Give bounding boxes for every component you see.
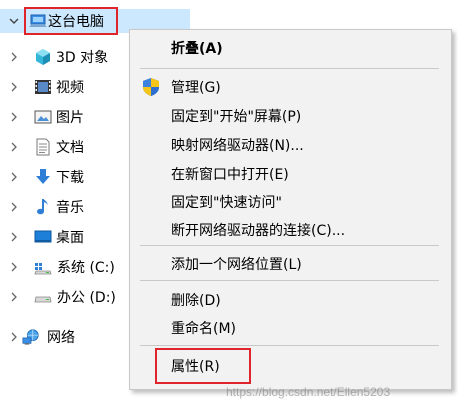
menu-item-label: 重命名(M) <box>171 321 237 337</box>
menu-item-manage[interactable]: 管理(G) <box>130 74 451 100</box>
chevron-right-icon[interactable] <box>9 165 19 189</box>
menu-item-disconnect-network-drive[interactable]: 断开网络驱动器的连接(C)... <box>130 217 451 243</box>
menu-item-label: 添加一个网络位置(L) <box>171 257 302 273</box>
tree-item-label: 视频 <box>56 80 84 96</box>
chevron-right-icon[interactable] <box>9 285 19 309</box>
tree-item-label: 系统 (C:) <box>57 260 115 276</box>
context-menu: 折叠(A) 管理(G) 固定到"开始"屏幕(P) 映射网络驱动器(N)... 在… <box>129 29 452 390</box>
tree-item-label: 下载 <box>56 170 84 186</box>
menu-item-label: 映射网络驱动器(N)... <box>171 138 304 154</box>
music-icon <box>34 198 52 216</box>
menu-item-add-network-location[interactable]: 添加一个网络位置(L) <box>130 251 451 277</box>
menu-item-collapse[interactable]: 折叠(A) <box>130 35 451 61</box>
chevron-right-icon[interactable] <box>9 325 19 349</box>
pictures-icon <box>34 108 52 126</box>
watermark: https://blog.csdn.net/Ellen5203 <box>226 385 391 399</box>
tree-item-label: 音乐 <box>56 200 84 216</box>
menu-item-pin-to-quick-access[interactable]: 固定到"快速访问" <box>130 189 451 215</box>
annotation-highlight-box <box>155 348 251 384</box>
chevron-right-icon[interactable] <box>9 105 19 129</box>
menu-item-map-network-drive[interactable]: 映射网络驱动器(N)... <box>130 132 451 158</box>
documents-icon <box>34 138 52 156</box>
menu-separator <box>140 280 439 281</box>
menu-item-pin-to-start[interactable]: 固定到"开始"屏幕(P) <box>130 103 451 129</box>
menu-item-label: 折叠(A) <box>171 41 223 57</box>
network-icon <box>22 328 40 346</box>
menu-item-open-new-window[interactable]: 在新窗口中打开(E) <box>130 161 451 187</box>
tree-item-label: 网络 <box>47 330 75 346</box>
downloads-icon <box>34 168 52 186</box>
chevron-down-icon[interactable] <box>9 9 19 33</box>
menu-item-label: 在新窗口中打开(E) <box>171 167 289 183</box>
menu-item-rename[interactable]: 重命名(M) <box>130 315 451 341</box>
menu-separator <box>140 245 439 246</box>
menu-item-label: 删除(D) <box>171 293 221 309</box>
annotation-highlight-box <box>24 7 118 35</box>
tree-item-label: 3D 对象 <box>56 50 109 66</box>
chevron-right-icon[interactable] <box>9 75 19 99</box>
menu-item-label: 管理(G) <box>171 80 221 96</box>
chevron-right-icon[interactable] <box>9 255 19 279</box>
chevron-right-icon[interactable] <box>9 45 19 69</box>
videos-icon <box>34 78 52 96</box>
menu-item-label: 断开网络驱动器的连接(C)... <box>171 223 346 239</box>
menu-item-label: 固定到"快速访问" <box>171 195 282 211</box>
chevron-right-icon[interactable] <box>9 225 19 249</box>
tree-item-label: 办公 (D:) <box>57 290 116 306</box>
drive-icon <box>34 288 52 306</box>
tree-item-label: 桌面 <box>56 230 84 246</box>
tree-item-label: 文档 <box>56 140 84 156</box>
system-drive-icon <box>34 258 52 276</box>
chevron-right-icon[interactable] <box>9 135 19 159</box>
menu-separator <box>140 68 439 69</box>
uac-shield-icon <box>141 77 161 97</box>
chevron-right-icon[interactable] <box>9 195 19 219</box>
menu-separator <box>140 345 439 346</box>
desktop-icon <box>34 228 52 246</box>
menu-item-label: 固定到"开始"屏幕(P) <box>171 109 302 125</box>
tree-item-label: 图片 <box>56 110 84 126</box>
3d-objects-icon <box>34 48 52 66</box>
menu-item-delete[interactable]: 删除(D) <box>130 287 451 313</box>
